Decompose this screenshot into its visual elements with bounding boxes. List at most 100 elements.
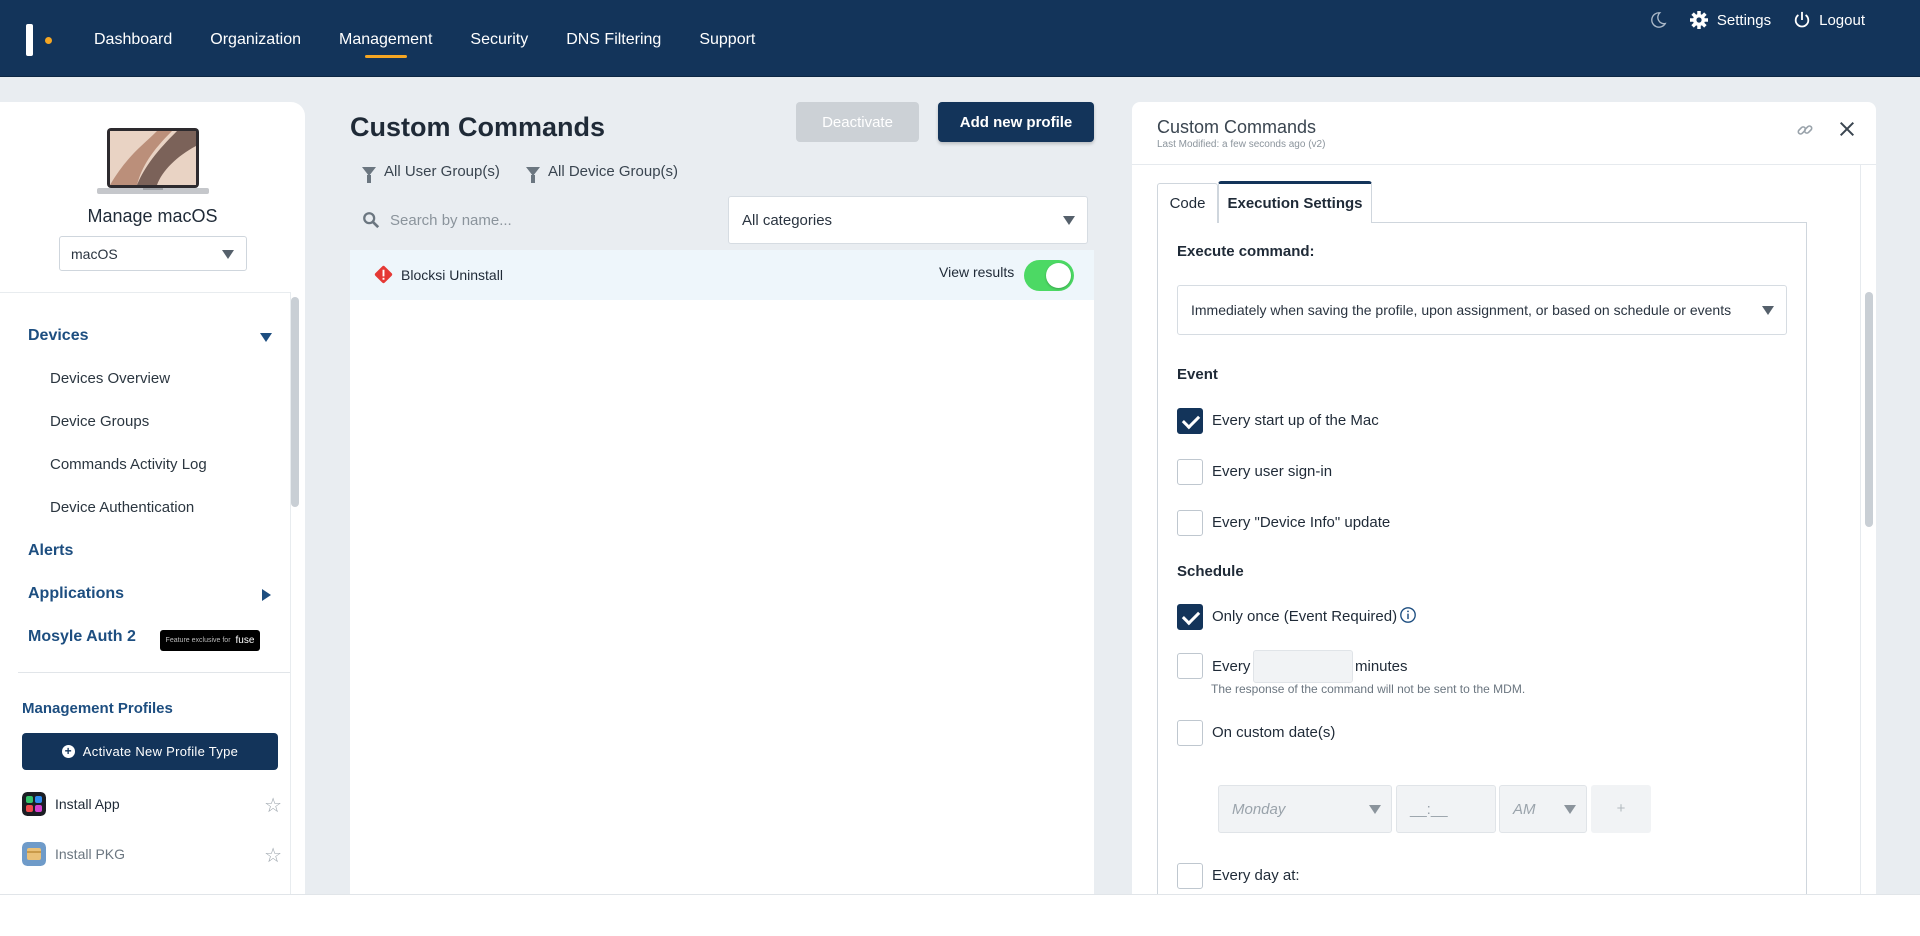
sidebar-section-devices[interactable]: Devices — [28, 327, 89, 345]
sidebar-section-mosyle-auth[interactable]: Mosyle Auth 2 — [28, 628, 136, 646]
gear-icon — [1689, 11, 1708, 29]
only-once-checkbox[interactable] — [1177, 604, 1203, 630]
profile-install-pkg[interactable]: Install PKG ☆ — [22, 840, 282, 868]
tab-code[interactable]: Code — [1157, 183, 1218, 223]
event-user-signin-checkbox[interactable] — [1177, 459, 1203, 485]
sidebar-item-device-authentication[interactable]: Device Authentication — [50, 499, 194, 516]
top-navigation-bar: Dashboard Organization Management Securi… — [0, 0, 1920, 77]
nav-support[interactable]: Support — [699, 0, 755, 77]
page-title: Custom Commands — [350, 112, 606, 142]
close-icon[interactable] — [1838, 120, 1856, 138]
execute-command-label: Execute command: — [1177, 243, 1315, 260]
add-new-profile-button[interactable]: Add new profile — [938, 102, 1094, 142]
category-select[interactable]: All categories — [728, 196, 1088, 244]
device-group-filter[interactable]: All Device Group(s) — [526, 163, 679, 183]
logout-label: Logout — [1819, 11, 1865, 29]
power-icon — [1794, 11, 1810, 28]
install-pkg-icon — [22, 842, 46, 866]
time-input[interactable]: __:__ — [1396, 785, 1496, 833]
user-group-filter[interactable]: All User Group(s) — [362, 163, 500, 183]
search-input[interactable]: Search by name... — [350, 196, 720, 244]
logo-dot — [45, 37, 52, 44]
nav-dashboard[interactable]: Dashboard — [94, 0, 172, 77]
profile-detail-panel: Custom Commands Last Modified: a few sec… — [1132, 102, 1876, 894]
install-app-icon — [22, 792, 46, 816]
device-group-filter-label: All Device Group(s) — [548, 163, 679, 180]
caret-down-icon — [1762, 306, 1774, 315]
star-icon[interactable]: ☆ — [264, 793, 282, 818]
caret-down-icon — [1564, 805, 1576, 814]
sidebar-separator — [18, 672, 290, 673]
filter-icon — [526, 167, 540, 183]
search-placeholder: Search by name... — [390, 211, 512, 229]
nav-organization[interactable]: Organization — [210, 0, 301, 77]
panel-last-modified: Last Modified: a few seconds ago (v2) — [1157, 139, 1326, 150]
event-startup-checkbox[interactable] — [1177, 408, 1203, 434]
filter-icon — [362, 167, 376, 183]
event-device-info-label: Every "Device Info" update — [1212, 514, 1391, 531]
sidebar-section-alerts[interactable]: Alerts — [28, 542, 73, 560]
fuse-exclusive-badge: Feature exclusive for fuse — [160, 630, 260, 651]
chevron-down-icon[interactable] — [260, 333, 272, 342]
custom-dates-checkbox[interactable] — [1177, 720, 1203, 746]
nav-security[interactable]: Security — [470, 0, 528, 77]
execute-command-value: Immediately when saving the profile, upo… — [1191, 302, 1732, 318]
schedule-heading: Schedule — [1177, 563, 1244, 580]
only-once-label: Only once (Event Required) — [1212, 608, 1398, 625]
search-icon — [363, 212, 380, 229]
caret-down-icon — [222, 250, 234, 259]
panel-scrollbar[interactable] — [1865, 292, 1873, 527]
ampm-select[interactable]: AM — [1499, 785, 1587, 833]
nav-dns-filtering[interactable]: DNS Filtering — [566, 0, 661, 77]
profile-enabled-toggle[interactable] — [1024, 260, 1074, 291]
toggle-knob — [1046, 263, 1071, 288]
custom-dates-label: On custom date(s) — [1212, 724, 1336, 741]
star-icon[interactable]: ☆ — [264, 843, 282, 868]
add-date-button[interactable]: + — [1591, 785, 1651, 833]
ampm-select-value: AM — [1513, 801, 1536, 818]
chevron-right-icon[interactable] — [262, 589, 271, 601]
event-device-info-checkbox[interactable] — [1177, 510, 1203, 536]
moon-icon[interactable] — [1649, 11, 1667, 29]
settings-button[interactable]: Settings — [1689, 10, 1771, 30]
sidebar-scrollbar[interactable] — [291, 297, 299, 507]
logout-button[interactable]: Logout — [1793, 11, 1865, 29]
view-results-link[interactable]: View results — [939, 264, 1014, 280]
every-minutes-checkbox[interactable] — [1177, 653, 1203, 679]
day-select-value: Monday — [1232, 801, 1286, 818]
activate-new-profile-type-button[interactable]: + Activate New Profile Type — [22, 733, 278, 770]
plus-circle-icon: + — [61, 745, 75, 758]
link-icon[interactable] — [1796, 121, 1814, 139]
panel-scroll-track — [1860, 164, 1861, 894]
top-right-actions: Settings Logout — [1649, 10, 1865, 30]
profile-label: Install App — [55, 796, 120, 812]
bottom-strip — [0, 894, 1920, 936]
panel-header-divider — [1132, 164, 1876, 165]
event-startup-label: Every start up of the Mac — [1212, 412, 1379, 429]
event-user-signin-label: Every user sign-in — [1212, 463, 1333, 480]
minutes-input[interactable] — [1253, 650, 1353, 683]
settings-label: Settings — [1716, 11, 1772, 29]
nav-management[interactable]: Management — [339, 0, 432, 77]
every-day-checkbox[interactable] — [1177, 863, 1203, 889]
info-icon[interactable] — [1399, 606, 1417, 624]
left-sidebar: Manage macOS macOS Devices Devices Overv… — [0, 102, 305, 894]
os-select-value: macOS — [71, 246, 118, 262]
list-item[interactable]: Blocksi Uninstall View results — [350, 250, 1094, 300]
app-logo[interactable] — [26, 24, 56, 56]
sidebar-item-device-groups[interactable]: Device Groups — [50, 413, 149, 430]
sidebar-divider — [0, 292, 291, 293]
sidebar-section-applications[interactable]: Applications — [28, 585, 124, 603]
sidebar-item-commands-activity-log[interactable]: Commands Activity Log — [50, 456, 207, 473]
caret-down-icon — [1063, 216, 1075, 225]
day-select[interactable]: Monday — [1218, 785, 1392, 833]
minutes-label: minutes — [1355, 658, 1408, 675]
tab-execution-settings[interactable]: Execution Settings — [1218, 181, 1372, 223]
profile-label: Install PKG — [55, 846, 126, 862]
profile-install-app[interactable]: Install App ☆ — [22, 790, 282, 818]
execute-command-select[interactable]: Immediately when saving the profile, upo… — [1177, 285, 1787, 335]
os-select[interactable]: macOS — [59, 236, 247, 271]
sidebar-item-devices-overview[interactable]: Devices Overview — [50, 370, 170, 387]
profile-name[interactable]: Blocksi Uninstall — [401, 267, 503, 283]
deactivate-button[interactable]: Deactivate — [796, 102, 919, 142]
